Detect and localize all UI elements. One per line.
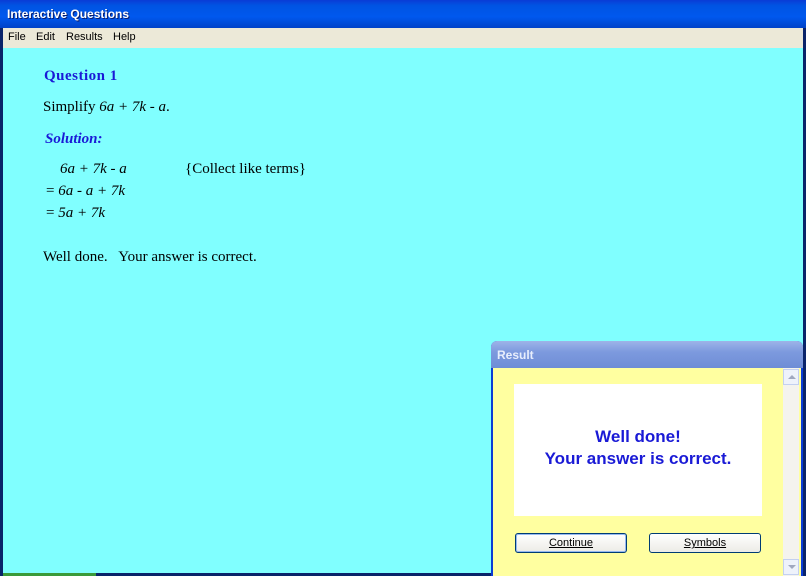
prompt-expression: 6a + 7k - a — [99, 99, 167, 115]
solution-equals: = — [46, 183, 59, 199]
result-dialog: Result Well done! Your answer is correct… — [491, 341, 803, 576]
result-message-box: Well done! Your answer is correct. — [514, 384, 762, 516]
dialog-body: Well done! Your answer is correct. Conti… — [493, 368, 801, 576]
menu-results[interactable]: Results — [66, 31, 103, 43]
solution-expression: 6a - a + 7k — [58, 183, 125, 199]
symbols-label: Symbols — [683, 537, 727, 549]
prompt-suffix: . — [166, 99, 170, 115]
dialog-title-bar[interactable]: Result — [491, 341, 803, 368]
dialog-title: Result — [497, 348, 534, 362]
dialog-scrollbar[interactable] — [783, 368, 799, 576]
scroll-up-icon[interactable] — [783, 369, 799, 385]
question-prompt: Simplify 6a + 7k - a. — [43, 99, 170, 116]
feedback-text: Well done. Your answer is correct. — [43, 249, 257, 265]
window-title: Interactive Questions — [7, 7, 130, 21]
result-message-line-1: Well done! — [595, 427, 681, 446]
solution-expression: 5a + 7k — [58, 205, 105, 221]
menu-file[interactable]: File — [8, 31, 26, 43]
continue-label: Continue — [548, 537, 594, 549]
title-bar[interactable]: Interactive Questions — [0, 0, 806, 28]
menu-edit[interactable]: Edit — [36, 31, 55, 43]
solution-note: {Collect like terms} — [185, 161, 307, 177]
menu-bar: File Edit Results Help — [3, 28, 803, 48]
solution-line-3: = 5a + 7k — [46, 205, 105, 222]
solution-line-1: 6a + 7k - a — [60, 161, 127, 178]
symbols-button[interactable]: Symbols — [649, 533, 761, 553]
menu-help[interactable]: Help — [113, 31, 136, 43]
solution-line-2: = 6a - a + 7k — [46, 183, 125, 200]
app-window: Interactive Questions File Edit Results … — [0, 0, 806, 576]
solution-expression: 6a + 7k - a — [60, 161, 127, 177]
result-message-line-2: Your answer is correct. — [544, 449, 732, 468]
solution-equals: = — [46, 205, 59, 221]
prompt-prefix: Simplify — [43, 99, 100, 115]
solution-heading: Solution: — [45, 131, 103, 147]
question-heading: Question 1 — [44, 68, 118, 84]
scroll-down-icon[interactable] — [783, 559, 799, 575]
continue-button[interactable]: Continue — [515, 533, 627, 553]
